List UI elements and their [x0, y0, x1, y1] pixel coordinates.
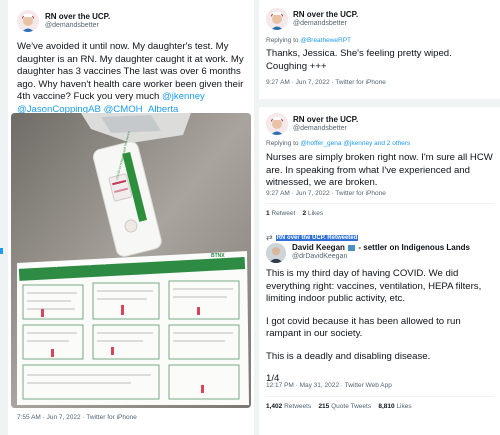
tweet-card-main: RN over the UCP. @demandsbetter We've av…: [8, 0, 254, 435]
reply-context: Replying to @hoffer_gena @jkenney and 2 …: [266, 140, 410, 147]
tweet-timestamp[interactable]: 7:55 AM · Jun 7, 2022 · Twitter for iPho…: [17, 414, 137, 421]
divider: [266, 203, 494, 204]
author-name[interactable]: RN over the UCP.: [293, 115, 358, 124]
retweeted-by[interactable]: RN over the UCP. Retweeted: [275, 234, 359, 241]
nurse-avatar-icon: [17, 10, 39, 32]
retweet-label: Retweet: [271, 210, 296, 217]
tweet-card-reply-1: RN over the UCP. @demandsbetter Replying…: [259, 0, 500, 99]
reply-to-link[interactable]: @BreatheweRPT: [300, 37, 351, 44]
avatar[interactable]: [266, 243, 286, 263]
quote-label: Quote Tweets: [331, 403, 372, 410]
author-name[interactable]: RN over the UCP.: [293, 10, 358, 19]
quote-count-link[interactable]: 215 Quote Tweets: [318, 403, 371, 410]
tweet-card-retweet: ⇄ RN over the UCP. Retweeted David Keega…: [259, 230, 500, 435]
author-name[interactable]: RN over the UCP.: [45, 12, 110, 21]
quote-count: 215: [318, 403, 330, 410]
like-count: 8,810: [378, 403, 395, 410]
tweet-card-reply-2: RN over the UCP. @demandsbetter Replying…: [259, 107, 500, 230]
like-count-link[interactable]: 8,810 Likes: [378, 403, 411, 410]
tweet-text: Nurses are simply broken right now. I'm …: [266, 152, 493, 188]
tweet-timestamp[interactable]: 12:17 PM · May 31, 2022 · Twitter Web Ap…: [266, 382, 392, 389]
retweet-count-link[interactable]: 1 Retweet: [266, 210, 295, 217]
tweet-text: Thanks, Jessica. She's feeling pretty wi…: [266, 48, 452, 72]
like-label: Likes: [307, 210, 324, 217]
author-name-row: David Keegan - settler on Indigenous Lan…: [292, 243, 470, 252]
like-count-link[interactable]: 2 Likes: [303, 210, 324, 217]
person-avatar-icon: [266, 243, 286, 263]
retweet-count-link[interactable]: 1,402 Retweets: [266, 403, 311, 410]
flag-icon: [348, 244, 356, 251]
reply-prefix: Replying to: [266, 37, 299, 44]
tweet-paragraph: This is a deadly and disabling disease.: [266, 350, 431, 362]
tweet-photo[interactable]: COVID-19 Antigen Rapid Test Device Refer…: [11, 113, 251, 408]
author-name[interactable]: David Keegan: [292, 243, 345, 252]
tweet-timestamp[interactable]: 9:27 AM · Jun 7, 2022 · Twitter for iPho…: [266, 79, 386, 86]
retweet-banner: ⇄ RN over the UCP. Retweeted: [266, 233, 359, 242]
reply-to-link[interactable]: @hoffer_gena @jkenney and 2 others: [300, 140, 410, 147]
author-name-suffix: - settler on Indigenous Lands: [358, 243, 470, 252]
like-label: Likes: [396, 403, 412, 410]
author-handle[interactable]: @demandsbetter: [45, 22, 99, 29]
avatar[interactable]: [266, 8, 288, 30]
engagement-stats: 1,402 Retweets 215 Quote Tweets 8,810 Li…: [266, 403, 412, 410]
reply-context: Replying to @BreatheweRPT: [266, 37, 351, 44]
avatar[interactable]: [17, 10, 39, 32]
author-handle[interactable]: @drDavidKeegan: [292, 253, 347, 260]
tweet-timestamp[interactable]: 9:27 AM · Jun 7, 2022 · Twitter for iPho…: [266, 190, 386, 197]
retweet-count: 1,402: [266, 403, 283, 410]
author-handle[interactable]: @demandsbetter: [293, 20, 347, 27]
tweet-text: This is my third day of having COVID. We…: [266, 268, 496, 386]
brand-logo: BTNX: [211, 253, 225, 259]
retweet-count: 1: [266, 210, 270, 217]
engagement-stats: 1 Retweet 2 Likes: [266, 210, 323, 217]
divider: [266, 396, 494, 397]
tweet-body: We've avoided it until now. My daughter'…: [17, 41, 244, 102]
mention-link[interactable]: @jkenney: [162, 91, 205, 102]
like-count: 2: [302, 210, 307, 217]
avatar[interactable]: [266, 113, 288, 135]
tweet-paragraph: This is my third day of having COVID. We…: [266, 268, 482, 304]
reply-prefix: Replying to: [266, 140, 299, 147]
nurse-avatar-icon: [266, 113, 288, 135]
tweet-text: We've avoided it until now. My daughter'…: [17, 41, 249, 116]
scroll-marker: [0, 248, 3, 254]
tweet-paragraph: I got covid because it has been allowed …: [266, 315, 461, 340]
nurse-avatar-icon: [266, 8, 288, 30]
retweet-icon: ⇄: [266, 233, 273, 242]
retweet-label: Retweets: [284, 403, 312, 410]
author-handle[interactable]: @demandsbetter: [293, 125, 347, 132]
